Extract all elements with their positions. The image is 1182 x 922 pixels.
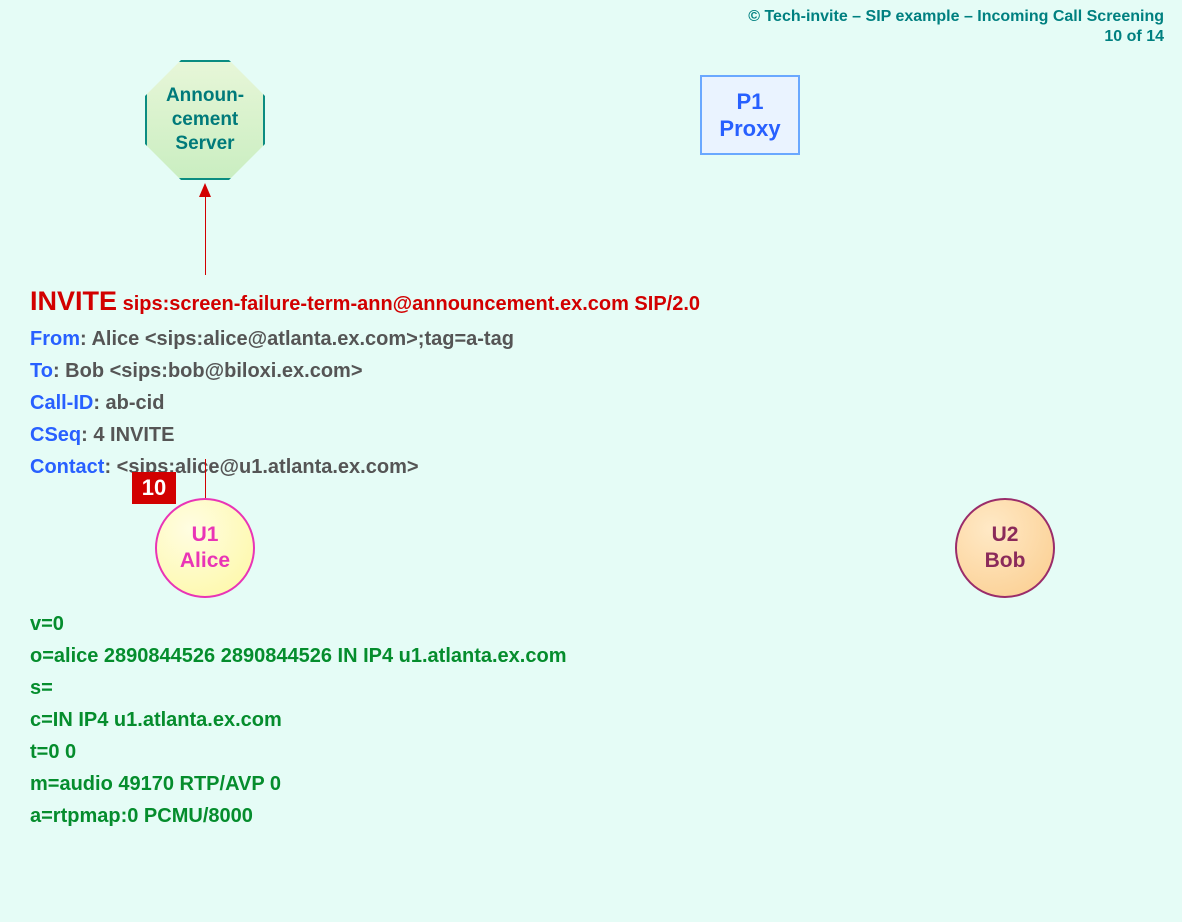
proxy-node: P1 Proxy	[700, 75, 800, 155]
sdp-line-v: v=0	[30, 608, 566, 640]
sip-header-cseq: CSeq: 4 INVITE	[30, 419, 700, 451]
sdp-line-t: t=0 0	[30, 736, 566, 768]
sip-header-to: To: Bob <sips:bob@biloxi.ex.com>	[30, 355, 700, 387]
sdp-line-a: a=rtpmap:0 PCMU/8000	[30, 800, 566, 832]
announcement-server-node: Announ- cement Server	[145, 60, 265, 180]
u2-bob-node: U2 Bob	[955, 498, 1055, 598]
sdp-line-o: o=alice 2890844526 2890844526 IN IP4 u1.…	[30, 640, 566, 672]
u2-label: U2 Bob	[985, 522, 1026, 575]
step-number-badge: 10	[132, 472, 176, 504]
sdp-line-m: m=audio 49170 RTP/AVP 0	[30, 768, 566, 800]
sip-method: INVITE	[30, 286, 117, 316]
sip-request-line: INVITE sips:screen-failure-term-ann@anno…	[30, 280, 700, 323]
arrow-up-line-icon	[205, 195, 206, 275]
arrow-up-head-icon	[199, 183, 211, 197]
page-number: 10 of 14	[748, 28, 1164, 46]
sip-header-callid: Call-ID: ab-cid	[30, 387, 700, 419]
step-number: 10	[142, 475, 166, 501]
octagon-shape: Announ- cement Server	[145, 60, 265, 180]
sdp-line-c: c=IN IP4 u1.atlanta.ex.com	[30, 704, 566, 736]
sip-header-contact: Contact: <sips:alice@u1.atlanta.ex.com>	[30, 451, 700, 483]
sip-request-uri: sips:screen-failure-term-ann@announcemen…	[123, 293, 700, 315]
sip-header-from: From: Alice <sips:alice@atlanta.ex.com>;…	[30, 323, 700, 355]
u1-alice-node: U1 Alice	[155, 498, 255, 598]
header-title: © Tech-invite – SIP example – Incoming C…	[748, 8, 1164, 25]
announcement-server-label: Announ- cement Server	[166, 84, 244, 155]
header-right: © Tech-invite – SIP example – Incoming C…	[748, 8, 1164, 46]
u1-label: U1 Alice	[180, 522, 230, 575]
proxy-label: P1 Proxy	[719, 88, 780, 143]
sdp-line-s: s=	[30, 672, 566, 704]
sip-message-block: INVITE sips:screen-failure-term-ann@anno…	[30, 280, 700, 483]
sdp-body-block: v=0 o=alice 2890844526 2890844526 IN IP4…	[30, 608, 566, 832]
